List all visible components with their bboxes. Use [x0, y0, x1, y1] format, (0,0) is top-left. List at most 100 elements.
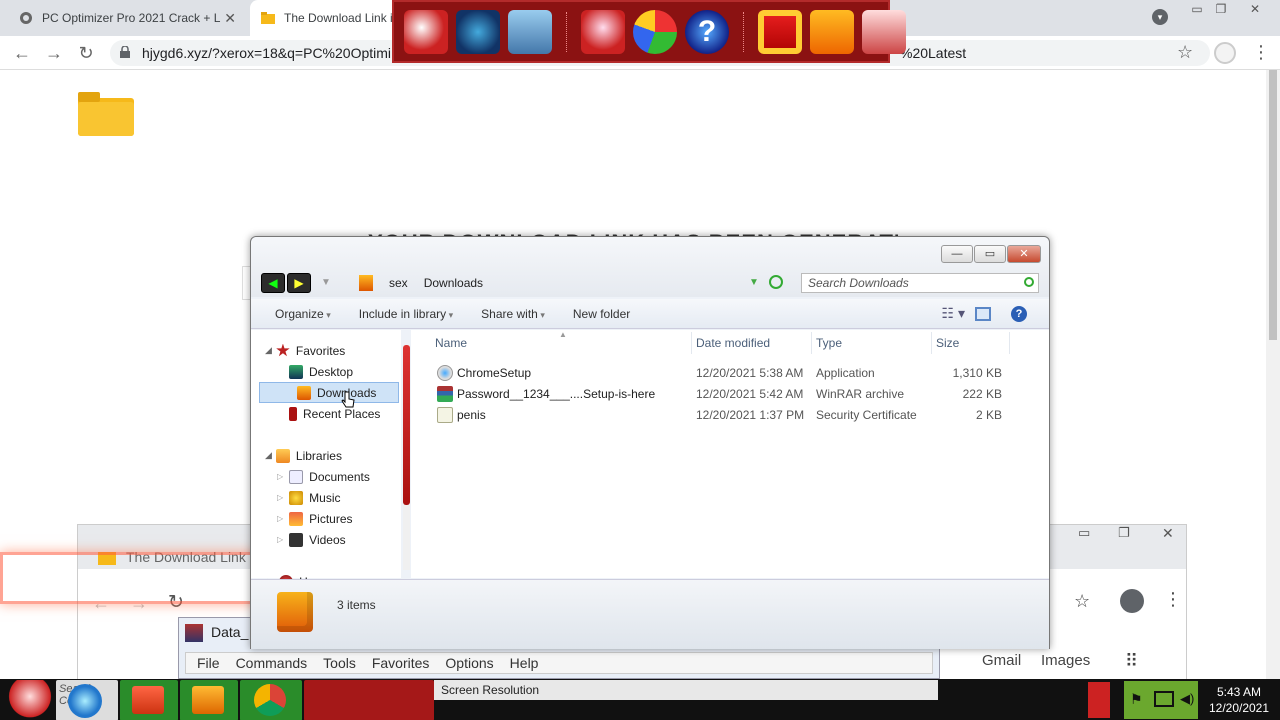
maximize-icon[interactable]: ❐ [1206, 0, 1236, 20]
menu-tools[interactable]: Tools [316, 653, 363, 673]
refresh-icon[interactable] [769, 275, 783, 289]
scrollbar-thumb[interactable] [403, 345, 410, 505]
explorer-close-button[interactable]: ✕ [1007, 245, 1041, 263]
recycle-bin-icon[interactable] [862, 9, 906, 54]
help-icon[interactable]: ? [685, 9, 729, 54]
scrollbar-thumb[interactable] [1269, 70, 1277, 340]
table-row[interactable]: Password__1234___....Setup-is-here 12/20… [435, 384, 1035, 405]
start-button[interactable] [6, 680, 54, 720]
view-options-icon[interactable]: ☷ ▾ [942, 305, 965, 322]
expand-arrow-icon[interactable]: ▷ [277, 535, 283, 544]
nav-downloads[interactable]: Downloads [259, 382, 399, 403]
column-name[interactable]: Name [435, 336, 467, 350]
address-dropdown-icon[interactable]: ▼ [749, 277, 759, 288]
libraries-icon [275, 448, 290, 463]
search-placeholder: Search Downloads [808, 276, 909, 290]
apps-grid-icon[interactable]: ⠿ [1125, 651, 1138, 672]
new-folder-button[interactable]: New folder [561, 307, 642, 321]
network-icon[interactable] [1154, 691, 1174, 707]
taskbar-active-label[interactable]: Screen Resolution [434, 680, 938, 700]
explorer-minimize-button[interactable]: — [941, 245, 973, 263]
nav-recent-places[interactable]: Recent Places [251, 403, 401, 424]
close-window-icon[interactable]: ✕ [1240, 0, 1270, 20]
explorer-forward-icon[interactable]: ▶ [287, 273, 311, 293]
taskbar-app-red[interactable] [304, 680, 434, 720]
nav-libraries[interactable]: ◢ Libraries [251, 445, 401, 466]
gift-icon[interactable] [758, 9, 802, 54]
nav-favorites[interactable]: ◢ Favorites [251, 340, 401, 361]
nav-music[interactable]: ▷ Music [251, 487, 401, 508]
explorer-maximize-button[interactable]: ▭ [974, 245, 1006, 263]
santa-hat-icon[interactable] [404, 9, 448, 54]
shield-check-icon[interactable] [633, 9, 677, 54]
taskbar-app-media[interactable] [180, 680, 238, 720]
folder-icon[interactable] [810, 9, 854, 54]
collapse-arrow-icon[interactable]: ◢ [265, 345, 272, 356]
column-type[interactable]: Type [816, 336, 842, 350]
taskbar-app-folder[interactable] [120, 680, 178, 720]
help-icon[interactable]: ? [1011, 305, 1027, 322]
column-date-modified[interactable]: Date modified [696, 336, 770, 350]
tray-red-icon[interactable] [1088, 682, 1110, 718]
tab-pc-optimizer[interactable]: PC Optimizer Pro 2021 Crack + L ✕ [8, 0, 246, 36]
snowman-icon[interactable] [581, 9, 625, 54]
nav-pane-scrollbar[interactable] [403, 345, 410, 570]
preview-pane-icon[interactable] [975, 306, 991, 321]
tab-download-link[interactable]: The Download Link i [250, 0, 400, 36]
search-input[interactable]: Search Downloads [801, 273, 1039, 293]
share-with-button[interactable]: Share with [469, 307, 557, 321]
taskbar-clock[interactable]: 5:43 AM 12/20/2021 [1198, 680, 1280, 720]
menu-commands[interactable]: Commands [229, 653, 315, 673]
menu-help[interactable]: Help [503, 653, 546, 673]
nav-videos[interactable]: ▷ Videos [251, 529, 401, 550]
reload-icon[interactable]: ↻ [76, 43, 96, 63]
column-size[interactable]: Size [936, 336, 959, 350]
profile-avatar-icon[interactable] [1214, 42, 1236, 64]
close-tab-icon[interactable]: ✕ [224, 10, 236, 27]
background-maximize-icon[interactable]: ❐ [1118, 525, 1130, 541]
globe-icon[interactable] [456, 9, 500, 54]
file-name: Password__1234___....Setup-is-here [457, 387, 656, 401]
breadcrumb-downloads[interactable]: Downloads [424, 276, 483, 290]
volume-icon[interactable]: ◀) [1180, 691, 1194, 707]
file-name: ChromeSetup [457, 366, 532, 380]
file-date: 12/20/2021 5:42 AM [696, 387, 804, 401]
tab-search-icon[interactable]: ▾ [1152, 9, 1168, 25]
collapse-arrow-icon[interactable]: ◢ [265, 450, 272, 461]
menu-options[interactable]: Options [438, 653, 500, 673]
nav-label: Pictures [309, 511, 353, 526]
action-center-flag-icon[interactable]: ⚑ [1130, 691, 1143, 708]
expand-arrow-icon[interactable]: ▷ [277, 472, 283, 481]
bookmark-star-icon[interactable]: ☆ [1177, 42, 1193, 63]
expand-arrow-icon[interactable]: ▷ [277, 493, 283, 502]
window-icon[interactable] [508, 9, 552, 54]
menu-favorites[interactable]: Favorites [365, 653, 437, 673]
nav-desktop[interactable]: Desktop [251, 361, 401, 382]
background-avatar-icon[interactable] [1120, 589, 1144, 613]
documents-icon [289, 469, 304, 484]
page-scrollbar[interactable] [1266, 70, 1280, 679]
table-row[interactable]: ChromeSetup 12/20/2021 5:38 AM Applicati… [435, 363, 1035, 384]
nav-pictures[interactable]: ▷ Pictures [251, 508, 401, 529]
gmail-link[interactable]: Gmail [982, 652, 1021, 669]
background-minimize-icon[interactable]: ▭ [1078, 525, 1090, 541]
include-in-library-button[interactable]: Include in library [347, 307, 465, 321]
menu-file[interactable]: File [190, 653, 227, 673]
images-link[interactable]: Images [1041, 652, 1090, 669]
nav-documents[interactable]: ▷ Documents [251, 466, 401, 487]
background-star-icon[interactable]: ☆ [1074, 591, 1090, 612]
forward-arrow-icon[interactable]: → [44, 43, 64, 63]
table-row[interactable]: penis 12/20/2021 1:37 PM Security Certif… [435, 405, 1035, 426]
menu-dots-icon[interactable]: ⋮ [1252, 42, 1270, 63]
taskbar-app-chrome[interactable] [240, 680, 302, 720]
breadcrumb-sex[interactable]: sex [389, 276, 408, 290]
internet-explorer-icon[interactable] [68, 684, 102, 718]
background-close-icon[interactable]: ✕ [1162, 525, 1174, 542]
back-arrow-icon[interactable]: ← [12, 43, 32, 63]
background-menu-icon[interactable]: ⋮ [1164, 589, 1182, 610]
expand-arrow-icon[interactable]: ▷ [277, 514, 283, 523]
recent-pages-chevron-icon[interactable]: ▼ [321, 277, 331, 288]
url-text: hjygd6.xyz/?xerox=18&q=PC%20Optimi [142, 45, 392, 61]
explorer-back-icon[interactable]: ◀ [261, 273, 285, 293]
organize-button[interactable]: Organize [263, 307, 343, 321]
